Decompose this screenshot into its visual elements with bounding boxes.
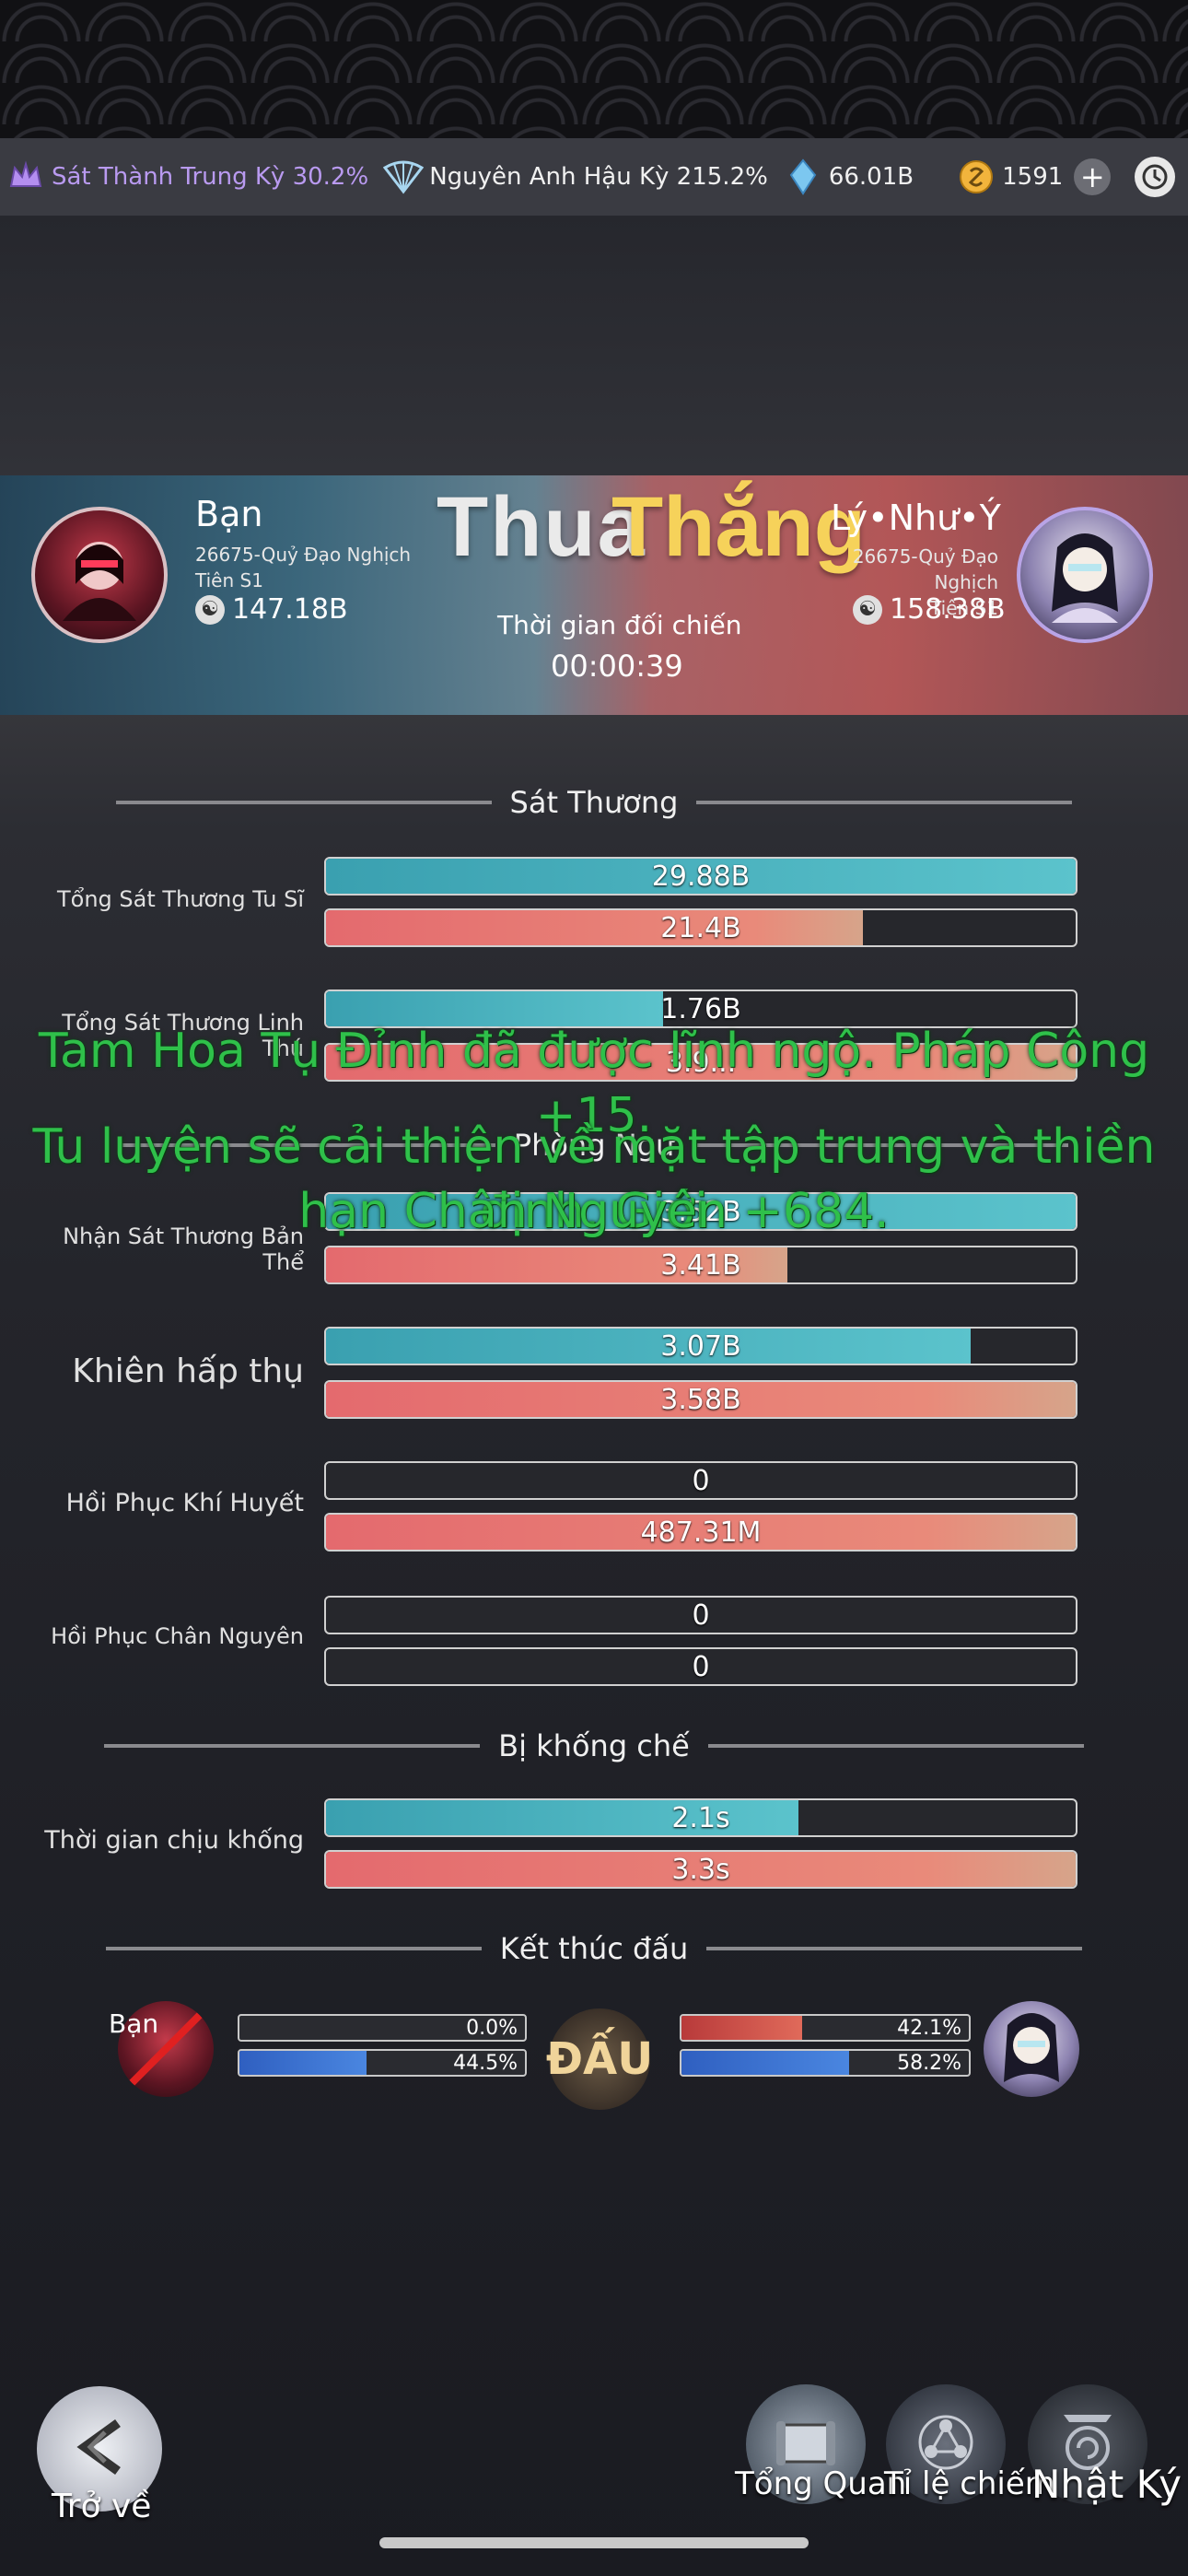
player-name: Bạn <box>195 494 263 534</box>
opponent-mp-bar: 58.2% <box>680 2049 971 2077</box>
log-label: Nhật Ký <box>1031 2462 1182 2507</box>
player-mp-value: 44.5% <box>453 2051 518 2075</box>
player-mp-bar: 44.5% <box>238 2049 527 2077</box>
player-server-line1: 26675-Quỷ Đạo Nghịch <box>195 544 412 566</box>
stat-value: 3.41B <box>660 1248 741 1282</box>
stat-bar-opponent: 487.31M <box>324 1513 1077 1551</box>
ratio-label: Tỉ lệ chiếm <box>884 2465 1055 2502</box>
player-end-label: Bạn <box>109 2008 159 2039</box>
section-control: Bị khống chế <box>0 1728 1188 1763</box>
bar-fill <box>239 2051 367 2075</box>
stat-bar-opponent: 3.41B <box>324 1246 1077 1284</box>
stat-value: 0 <box>692 1650 710 1683</box>
player-power: ☯ 147.18B <box>195 593 348 626</box>
battle-time-value: 00:00:39 <box>551 649 683 684</box>
stat-value: 2.1s <box>671 1801 730 1834</box>
player-hp-value: 0.0% <box>466 2016 518 2040</box>
yin-yang-icon: ☯ <box>195 594 225 625</box>
stat-value: 487.31M <box>640 1516 762 1549</box>
opponent-hp-bar: 42.1% <box>680 2014 971 2042</box>
section-end-title: Kết thúc đấu <box>499 1931 689 1966</box>
clock-icon[interactable] <box>1135 157 1175 197</box>
coin-count: 1591 <box>1002 163 1064 191</box>
crystal-counter[interactable]: 66.01B <box>783 157 914 197</box>
player-server-line2: Tiên S1 <box>195 569 263 591</box>
crystal-count: 66.01B <box>828 163 914 191</box>
stat-bar-player: 3.07B <box>324 1327 1077 1365</box>
divider <box>706 1947 1083 1950</box>
stat-bar-opponent: 3.3s <box>324 1850 1077 1889</box>
stat-value: 3.58B <box>660 1383 741 1416</box>
player-power-value: 147.18B <box>232 593 348 626</box>
stat-label: Hồi Phục Chân Nguyên <box>51 1623 304 1649</box>
section-damage: Sát Thương <box>0 785 1188 820</box>
vs-badge: ĐẤU <box>546 2008 653 2110</box>
opponent-power: ☯ 158.38B <box>853 593 1006 626</box>
section-end: Kết thúc đấu <box>0 1931 1188 1966</box>
stat-bar-player: 2.1s <box>324 1798 1077 1837</box>
back-arrow-icon <box>63 2410 136 2488</box>
stat-value: 21.4B <box>660 911 741 944</box>
divider <box>707 1744 1084 1748</box>
player-server: 26675-Quỷ Đạo Nghịch Tiên S1 <box>195 542 411 593</box>
coin-counter[interactable]: 1591 + <box>956 157 1112 197</box>
stat-value: 3.3s <box>671 1853 730 1886</box>
home-indicator[interactable] <box>379 2537 809 2548</box>
divider <box>115 801 492 804</box>
realm-status-1-text: Sát Thành Trung Kỳ 30.2% <box>52 163 369 191</box>
stat-value: 0 <box>692 1598 710 1632</box>
fan-icon <box>383 157 425 197</box>
gold-coin-icon <box>956 157 996 197</box>
realm-status-1[interactable]: Sát Thành Trung Kỳ 30.2% <box>6 157 368 197</box>
opponent-hp-value: 42.1% <box>897 2016 961 2040</box>
stat-bar-player: 29.88B <box>324 857 1077 896</box>
stat-value: 0 <box>692 1464 710 1497</box>
bar-fill <box>681 2051 849 2075</box>
player-avatar[interactable] <box>31 507 168 643</box>
crystal-icon <box>783 157 823 197</box>
stat-label: Khiên hấp thụ <box>72 1352 304 1390</box>
stat-bar-player: 0 <box>324 1596 1077 1634</box>
stat-value: 29.88B <box>651 860 751 893</box>
realm-status-2-text: Nguyên Anh Hậu Kỳ 215.2% <box>429 163 768 191</box>
back-label: Trở về <box>52 2488 152 2525</box>
overview-label: Tổng Quan <box>735 2465 907 2502</box>
opponent-name: Lý•Như•Ý <box>831 498 1001 538</box>
divider <box>104 1744 481 1748</box>
decorative-header-pattern <box>0 0 1188 138</box>
opponent-mp-value: 58.2% <box>897 2051 961 2075</box>
section-control-title: Bị khống chế <box>498 1728 690 1763</box>
player-hp-bar: 0.0% <box>238 2014 527 2042</box>
opponent-avatar[interactable] <box>1017 507 1153 643</box>
realm-status-2[interactable]: Nguyên Anh Hậu Kỳ 215.2% <box>383 157 768 197</box>
stat-bar-opponent: 21.4B <box>324 908 1077 947</box>
bar-fill <box>681 2016 803 2040</box>
opponent-server-line1: 26675-Quỷ Đạo Nghịch <box>852 545 998 593</box>
stat-bar-opponent: 3.58B <box>324 1380 1077 1419</box>
stat-bar-opponent: 0 <box>324 1647 1077 1686</box>
crown-icon <box>6 157 46 197</box>
resource-bar: Sát Thành Trung Kỳ 30.2% Nguyên Anh Hậu … <box>0 138 1188 216</box>
yin-yang-icon: ☯ <box>853 594 882 625</box>
stat-label: Tổng Sát Thương Tu Sĩ <box>57 886 304 912</box>
stat-value: 3.07B <box>660 1329 741 1363</box>
add-coins-button[interactable]: + <box>1074 158 1112 195</box>
stat-bar-player: 0 <box>324 1461 1077 1500</box>
divider <box>105 1947 482 1950</box>
divider <box>696 801 1073 804</box>
opponent-power-value: 158.38B <box>890 593 1006 626</box>
battle-time-label: Thời gian đối chiến <box>497 610 742 640</box>
section-damage-title: Sát Thương <box>509 785 679 820</box>
stat-label: Hồi Phục Khí Huyết <box>65 1489 304 1517</box>
stat-label: Thời gian chịu khống <box>44 1826 304 1855</box>
notification-line-3: hạn Chân Nguyên +684. <box>298 1184 890 1239</box>
opponent-end-avatar[interactable] <box>984 2001 1079 2097</box>
